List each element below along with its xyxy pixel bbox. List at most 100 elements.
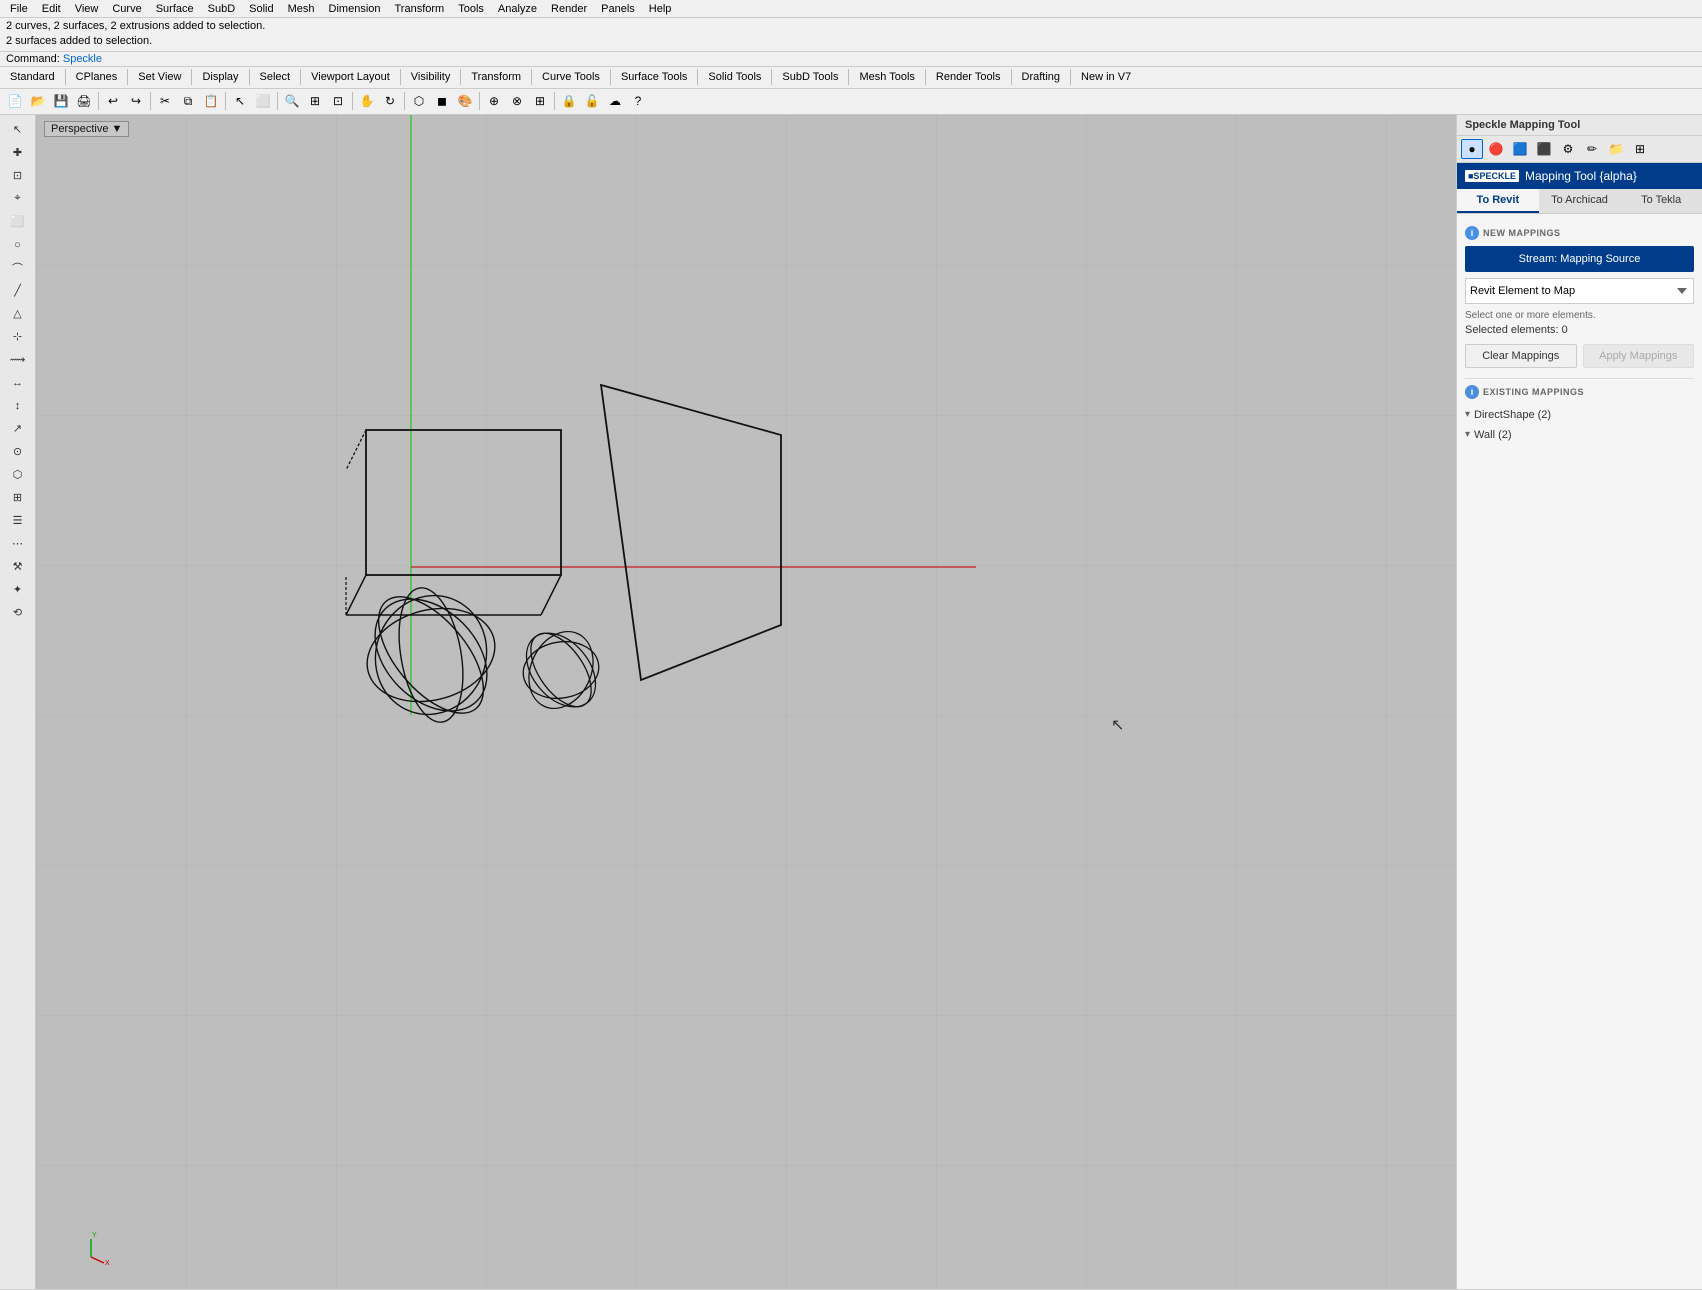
toolbar-drafting[interactable]: Drafting <box>1016 70 1067 84</box>
left-tool-6[interactable]: ○ <box>4 234 32 256</box>
toolbar-standard[interactable]: Standard <box>4 70 61 84</box>
left-tool-9[interactable]: △ <box>4 303 32 325</box>
menu-mesh[interactable]: Mesh <box>282 2 321 16</box>
left-tool-17[interactable]: ⊞ <box>4 487 32 509</box>
print-icon[interactable]: 🖨 <box>73 90 95 112</box>
tab-revit[interactable]: To Revit <box>1457 189 1539 213</box>
panel-icon-1[interactable]: ● <box>1461 139 1483 159</box>
osnap-icon[interactable]: ⊗ <box>506 90 528 112</box>
left-tool-12[interactable]: ↔ <box>4 372 32 394</box>
clear-mappings-button[interactable]: Clear Mappings <box>1465 344 1577 368</box>
toolbar-cplanes[interactable]: CPlanes <box>70 70 124 84</box>
menu-view[interactable]: View <box>69 2 105 16</box>
zoom-extents-icon[interactable]: ⊞ <box>304 90 326 112</box>
revit-element-dropdown[interactable]: Revit Element to Map <box>1465 278 1694 304</box>
menu-analyze[interactable]: Analyze <box>492 2 543 16</box>
viewport[interactable]: Perspective ▼ <box>36 115 1456 1289</box>
toolbar-render-tools[interactable]: Render Tools <box>930 70 1007 84</box>
menu-dimension[interactable]: Dimension <box>323 2 387 16</box>
panel-icon-8[interactable]: ⊞ <box>1629 139 1651 159</box>
menu-transform[interactable]: Transform <box>389 2 451 16</box>
left-tool-21[interactable]: ✦ <box>4 579 32 601</box>
menu-help[interactable]: Help <box>643 2 678 16</box>
toolbar-transform[interactable]: Transform <box>465 70 527 84</box>
menu-file[interactable]: File <box>4 2 34 16</box>
toolbar-curve-tools[interactable]: Curve Tools <box>536 70 606 84</box>
zoom-window-icon[interactable]: ⊡ <box>327 90 349 112</box>
left-tool-15[interactable]: ⊙ <box>4 441 32 463</box>
toolbar-solid-tools[interactable]: Solid Tools <box>702 70 767 84</box>
menu-render[interactable]: Render <box>545 2 593 16</box>
window-select-icon[interactable]: ⬜ <box>252 90 274 112</box>
select-icon[interactable]: ↖ <box>229 90 251 112</box>
left-tool-20[interactable]: ⚒ <box>4 556 32 578</box>
zoom-icon[interactable]: 🔍 <box>281 90 303 112</box>
panel-icon-7[interactable]: 📁 <box>1605 139 1627 159</box>
left-tool-3[interactable]: ⊡ <box>4 165 32 187</box>
panel-icon-2[interactable]: 🔴 <box>1485 139 1507 159</box>
wall-chevron[interactable]: ▾ <box>1465 429 1470 440</box>
left-tool-18[interactable]: ☰ <box>4 510 32 532</box>
copy-icon[interactable]: ⧉ <box>177 90 199 112</box>
left-tool-2[interactable]: ✚ <box>4 142 32 164</box>
toolbar-mesh-tools[interactable]: Mesh Tools <box>853 70 920 84</box>
left-tool-16[interactable]: ⬡ <box>4 464 32 486</box>
toolbar-surface-tools[interactable]: Surface Tools <box>615 70 693 84</box>
panel-icon-4[interactable]: ⬛ <box>1533 139 1555 159</box>
left-tool-13[interactable]: ↕ <box>4 395 32 417</box>
toolbar-new-v7[interactable]: New in V7 <box>1075 70 1137 84</box>
menu-solid[interactable]: Solid <box>243 2 279 16</box>
perspective-icon[interactable]: ⬡ <box>408 90 430 112</box>
menu-subd[interactable]: SubD <box>202 2 242 16</box>
toolbar-setview[interactable]: Set View <box>132 70 187 84</box>
toolbar-select[interactable]: Select <box>254 70 297 84</box>
cloud-icon[interactable]: ☁ <box>604 90 626 112</box>
stream-mapping-source-button[interactable]: Stream: Mapping Source <box>1465 246 1694 272</box>
menu-panels[interactable]: Panels <box>595 2 641 16</box>
panel-icon-5[interactable]: ⚙ <box>1557 139 1579 159</box>
cut-icon[interactable]: ✂ <box>154 90 176 112</box>
open-file-icon[interactable]: 📂 <box>27 90 49 112</box>
panel-icon-6[interactable]: ✏ <box>1581 139 1603 159</box>
left-tool-7[interactable]: ⌒ <box>4 257 32 279</box>
left-tool-5[interactable]: ⬜ <box>4 211 32 233</box>
left-tool-11[interactable]: ⟿ <box>4 349 32 371</box>
left-tool-4[interactable]: ⌖ <box>4 188 32 210</box>
tab-archicad[interactable]: To Archicad <box>1539 189 1621 213</box>
toolbar-viewport-layout[interactable]: Viewport Layout <box>305 70 396 84</box>
viewport-label[interactable]: Perspective ▼ <box>44 121 129 137</box>
new-file-icon[interactable]: 📄 <box>4 90 26 112</box>
toolbar-tabs-row: Standard CPlanes Set View Display Select… <box>0 67 1702 89</box>
directshape-chevron[interactable]: ▾ <box>1465 409 1470 420</box>
tab-tekla[interactable]: To Tekla <box>1620 189 1702 213</box>
left-tool-14[interactable]: ↗ <box>4 418 32 440</box>
menu-curve[interactable]: Curve <box>106 2 147 16</box>
render-icon[interactable]: 🎨 <box>454 90 476 112</box>
panel-icon-3[interactable]: 🟦 <box>1509 139 1531 159</box>
left-tool-19[interactable]: ⋯ <box>4 533 32 555</box>
undo-icon[interactable]: ↩ <box>102 90 124 112</box>
redo-icon[interactable]: ↪ <box>125 90 147 112</box>
snap-icon[interactable]: ⊕ <box>483 90 505 112</box>
shade-icon[interactable]: ◼ <box>431 90 453 112</box>
save-icon[interactable]: 💾 <box>50 90 72 112</box>
left-tool-10[interactable]: ⊹ <box>4 326 32 348</box>
menu-edit[interactable]: Edit <box>36 2 67 16</box>
lock-icon[interactable]: 🔒 <box>558 90 580 112</box>
help-icon[interactable]: ? <box>627 90 649 112</box>
menu-surface[interactable]: Surface <box>150 2 200 16</box>
rotate-icon[interactable]: ↻ <box>379 90 401 112</box>
grid-snap-icon[interactable]: ⊞ <box>529 90 551 112</box>
left-tool-8[interactable]: ╱ <box>4 280 32 302</box>
menu-tools[interactable]: Tools <box>452 2 490 16</box>
paste-icon[interactable]: 📋 <box>200 90 222 112</box>
unlock-icon[interactable]: 🔓 <box>581 90 603 112</box>
toolbar-subd-tools[interactable]: SubD Tools <box>776 70 844 84</box>
apply-mappings-button[interactable]: Apply Mappings <box>1583 344 1695 368</box>
toolbar-display[interactable]: Display <box>196 70 244 84</box>
pan-icon[interactable]: ✋ <box>356 90 378 112</box>
toolbar-visibility[interactable]: Visibility <box>405 70 457 84</box>
separator <box>65 69 66 85</box>
left-tool-22[interactable]: ⟲ <box>4 602 32 624</box>
left-tool-1[interactable]: ↖ <box>4 119 32 141</box>
